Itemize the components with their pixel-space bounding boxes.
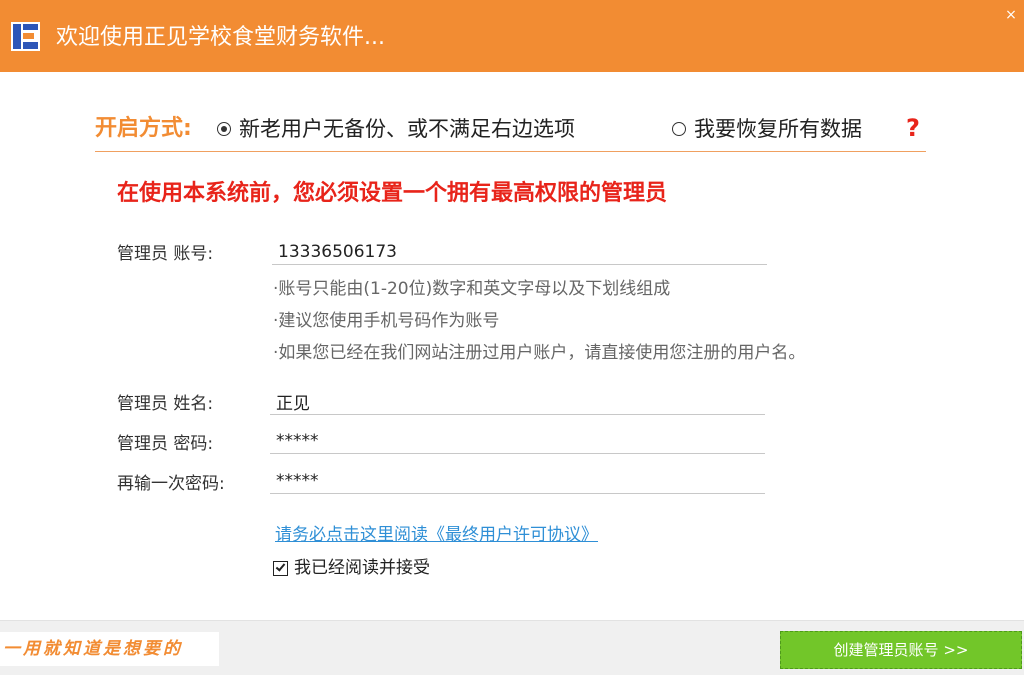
checkbox-checked-icon <box>273 560 288 576</box>
radio-restore-data[interactable]: 我要恢复所有数据 <box>672 114 862 144</box>
open-mode-row: 开启方式: 新老用户无备份、或不满足右边选项 我要恢复所有数据 ? <box>95 112 926 152</box>
radio-checked-icon <box>217 122 231 136</box>
window-title: 欢迎使用正见学校食堂财务软件... <box>56 25 385 50</box>
create-admin-button[interactable]: 创建管理员账号 >> <box>780 631 1022 669</box>
radio-restore-data-label: 我要恢复所有数据 <box>694 117 862 141</box>
account-label: 管理员 账号: <box>117 244 214 264</box>
title-bar: 欢迎使用正见学校食堂财务软件... × <box>0 0 1024 72</box>
radio-new-user-label: 新老用户无备份、或不满足右边选项 <box>239 117 575 141</box>
help-question-icon[interactable]: ? <box>906 112 920 144</box>
agree-label: 我已经阅读并接受 <box>294 558 430 578</box>
account-hint-phone: ·建议您使用手机号码作为账号 <box>273 311 500 331</box>
confirm-password-input[interactable] <box>270 468 765 494</box>
admin-required-warning: 在使用本系统前，您必须设置一个拥有最高权限的管理员 <box>117 181 668 206</box>
radio-new-user[interactable]: 新老用户无备份、或不满足右边选项 <box>217 114 575 144</box>
account-hint-registered: ·如果您已经在我们网站注册过用户账户，请直接使用您注册的用户名。 <box>273 343 806 363</box>
confirm-password-label: 再输一次密码: <box>117 474 225 494</box>
account-hint-chars: ·账号只能由(1-20位)数字和英文字母以及下划线组成 <box>273 279 671 299</box>
app-logo-icon <box>11 22 40 51</box>
password-input[interactable] <box>270 428 765 454</box>
account-input[interactable] <box>272 239 767 265</box>
close-icon: × <box>1005 7 1017 23</box>
password-label: 管理员 密码: <box>117 434 214 454</box>
close-button[interactable]: × <box>1002 6 1020 24</box>
open-mode-label: 开启方式: <box>95 116 192 141</box>
slogan-text: 一用就知道是想要的 <box>0 632 219 666</box>
agree-checkbox[interactable]: 我已经阅读并接受 <box>273 556 430 580</box>
radio-unchecked-icon <box>672 122 686 136</box>
name-input[interactable] <box>270 389 765 415</box>
eula-link[interactable]: 请务必点击这里阅读《最终用户许可协议》 <box>275 523 598 547</box>
footer-bar: 一用就知道是想要的 创建管理员账号 >> <box>0 620 1024 675</box>
name-label: 管理员 姓名: <box>117 394 214 414</box>
